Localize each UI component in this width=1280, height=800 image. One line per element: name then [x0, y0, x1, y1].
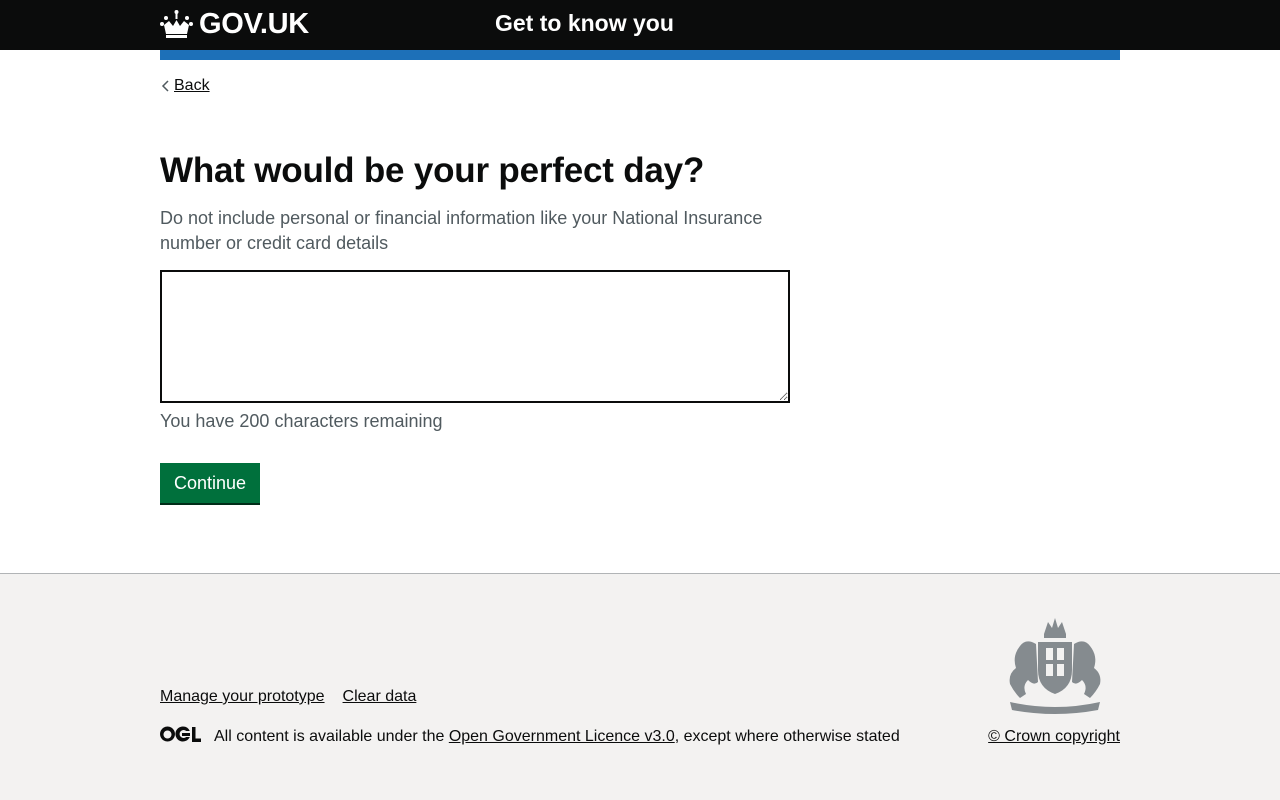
royal-coat-of-arms-icon [1009, 618, 1101, 714]
logo-text: GOV.UK [199, 7, 309, 40]
page-title: What would be your perfect day? [160, 151, 705, 190]
licence-text: All content is available under the Open … [214, 728, 900, 745]
service-name-link[interactable]: Get to know you [495, 10, 674, 37]
header-accent-bar [160, 50, 1120, 60]
question-hint: Do not include personal or financial inf… [160, 208, 763, 253]
ogl-logo-icon [160, 726, 201, 742]
crown-icon [160, 10, 193, 38]
clear-data-link[interactable]: Clear data [343, 688, 417, 706]
footer-links: Manage your prototype Clear data [160, 688, 416, 706]
back-link[interactable]: Back [174, 77, 210, 95]
header: GOV.UK Get to know you [0, 0, 1280, 50]
continue-button[interactable]: Continue [160, 463, 260, 503]
govuk-logo-link[interactable]: GOV.UK [160, 6, 309, 42]
crown-copyright-link[interactable]: © Crown copyright [988, 727, 1120, 747]
perfect-day-textarea[interactable] [160, 270, 790, 403]
licence-link[interactable]: Open Government Licence v3.0 [449, 728, 675, 745]
manage-prototype-link[interactable]: Manage your prototype [160, 688, 325, 706]
character-count: You have 200 characters remaining [160, 411, 443, 431]
footer: Manage your prototype Clear data All con… [0, 573, 1280, 800]
chevron-left-icon [161, 80, 169, 92]
back-link-container: Back [160, 75, 210, 97]
